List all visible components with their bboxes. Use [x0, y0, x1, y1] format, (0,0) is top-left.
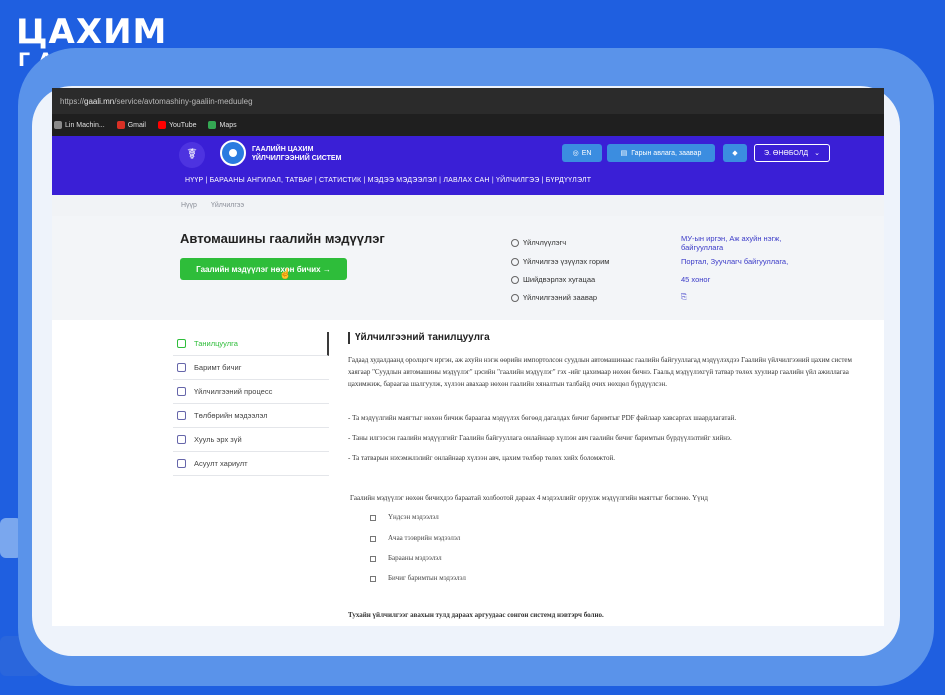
user-icon: [511, 238, 519, 247]
breadcrumb: Нүүр Үйлчилгээ: [52, 195, 884, 216]
law-icon: [177, 435, 186, 444]
document-icon: ▤: [620, 150, 628, 157]
payment-icon: [177, 411, 186, 420]
info-customer-value: МУ-ын иргэн, Аж ахуйн нэгж, байгууллага: [681, 234, 782, 252]
info-mode-label: Үйлчилгээ үзүүлэх горим: [511, 257, 609, 266]
gmail-icon: [116, 121, 125, 129]
bullet-item: - Та мэдүүлгийн маягтыг нөхөн бичиж бара…: [348, 414, 737, 422]
site-logo-text[interactable]: ГААЛИЙН ЦАХИМ ҮЙЛЧИЛГЭЭНИЙ СИСТЕМ: [252, 145, 341, 163]
bell-icon: ◆: [732, 150, 738, 157]
info-label-text: Шийдвэрлэх хугацаа: [523, 275, 596, 284]
logo-line-2: ҮЙЛЧИЛГЭЭНИЙ СИСТЕМ: [252, 155, 342, 162]
location-icon: [511, 257, 519, 266]
sidebar-item-label: Төлбөрийн мэдээлэл: [194, 411, 268, 420]
sidebar-item-documents[interactable]: Баримт бичиг: [173, 356, 329, 380]
info-label-text: Үйлчлүүлэгч: [523, 238, 567, 247]
content-heading-wrap: Үйлчилгээний танилцуулга: [348, 332, 853, 344]
list-item: Үндсэн мэдээлэл: [370, 513, 439, 521]
sidebar-item-law[interactable]: Хууль эрх зүй: [173, 428, 329, 452]
guide-label: Гарын авлага, заавар: [631, 149, 702, 157]
list-item: Ачаа тээврийн мэдээлэл: [370, 534, 460, 542]
file-icon: [177, 363, 186, 372]
main-nav[interactable]: НҮҮР | БАРААНЫ АНГИЛАЛ, ТАТВАР | СТАТИСТ…: [185, 177, 591, 184]
sidebar-item-process[interactable]: Үйлчилгээний процесс: [173, 380, 329, 404]
bookmark-label: Gmail: [127, 121, 146, 129]
bookmark-label: YouTube: [168, 121, 197, 129]
intro-paragraph: Гадаад худалдаанд оролцогч иргэн, аж аху…: [348, 356, 852, 388]
sidebar-item-label: Баримт бичиг: [194, 363, 242, 372]
info-label-text: Үйлчилгээний заавар: [523, 293, 598, 302]
bookmark-icon: [54, 121, 62, 129]
list-item-label: Үндсэн мэдээлэл: [388, 513, 439, 521]
youtube-icon: [157, 121, 166, 129]
info-customer-label: Үйлчлүүлэгч: [511, 238, 566, 247]
guide-button[interactable]: ▤ Гарын авлага, заавар: [607, 144, 715, 162]
checkbox-icon: [370, 536, 376, 542]
bookmarks-bar: Lin Machin... Gmail YouTube Maps: [52, 114, 884, 136]
user-menu-button[interactable]: Э. ӨНӨБОЛД ⌄: [754, 144, 830, 162]
logo-line-1: ГААЛИЙН ЦАХИМ: [252, 146, 314, 153]
browser-screen: https://gaali.mn/service/avtomashiny-gaa…: [52, 88, 884, 626]
language-button[interactable]: ◎ EN: [562, 144, 602, 162]
bookmark-item[interactable]: Gmail: [116, 121, 146, 129]
bookmark-label: Maps: [219, 121, 237, 129]
sidebar-item-payment[interactable]: Төлбөрийн мэдээлэл: [173, 404, 329, 428]
url-path: /service/avtomashiny-gaaliin-meduuleg: [114, 97, 253, 106]
address-bar[interactable]: https://gaali.mn/service/avtomashiny-gaa…: [60, 97, 253, 106]
process-icon: [177, 387, 186, 396]
info-mode-value: Портал, Зуучлагч байгууллага,: [681, 257, 789, 266]
globe-icon: ◎: [572, 150, 579, 157]
content-heading: Үйлчилгээний танилцуулга: [348, 332, 853, 344]
sidebar-item-label: Танилцуулга: [194, 339, 238, 348]
url-host: gaali.mn: [84, 97, 115, 106]
info-guide-label: Үйлчилгээний заавар: [511, 293, 597, 302]
sidebar-item-label: Үйлчилгээний процесс: [194, 387, 273, 396]
list-item-label: Барааны мэдээлэл: [388, 554, 442, 562]
note-paragraph: Гаалийн мэдүүлэг нөхөн бичихдээ бараатай…: [350, 494, 708, 502]
bullet-item: - Таны илгээсэн гаалийн мэдүүлгийг Гаали…: [348, 434, 732, 442]
user-name: Э. ӨНӨБОЛД: [764, 149, 809, 157]
bookmark-item[interactable]: Maps: [208, 121, 237, 129]
info-label-text: Үйлчилгээ үзүүлэх горим: [523, 257, 610, 266]
chevron-down-icon: ⌄: [814, 150, 820, 157]
clock-icon: [511, 275, 519, 284]
bookmark-item[interactable]: YouTube: [157, 121, 197, 129]
info-guide-link[interactable]: ⎘: [681, 292, 687, 301]
page-title: Автомашины гаалийн мэдүүлэг: [180, 231, 385, 246]
user-icon: [177, 339, 186, 348]
breadcrumb-home[interactable]: Нүүр: [181, 202, 197, 209]
url-prefix: https://: [60, 97, 85, 106]
browser-toolbar: https://gaali.mn/service/avtomashiny-gaa…: [52, 88, 884, 114]
breadcrumb-current: Үйлчилгээ: [211, 202, 245, 209]
service-sidebar: Танилцуулга Баримт бичиг Үйлчилгээний пр…: [173, 332, 329, 476]
sidebar-item-introduction[interactable]: Танилцуулга: [173, 332, 329, 356]
chat-icon: [177, 459, 186, 468]
emblem-icon[interactable]: ☤: [179, 142, 205, 168]
pin-icon: [511, 293, 519, 302]
bookmark-item[interactable]: Lin Machin...: [54, 121, 105, 129]
apply-declaration-button[interactable]: Гаалийн мэдүүлэг нөхөн бичих →: [180, 258, 347, 280]
sidebar-item-label: Хууль эрх зүй: [194, 435, 242, 444]
sidebar-item-label: Асуулт хариулт: [194, 459, 248, 468]
mouse-cursor-icon: ☝: [279, 269, 292, 280]
list-item: Бичиг баримтын мэдээлэл: [370, 574, 466, 582]
eye-logo-icon[interactable]: [220, 140, 246, 166]
language-label: EN: [581, 149, 592, 157]
notification-button[interactable]: ◆: [723, 144, 747, 162]
footer-note: Тухайн үйлчилгээг авахын тулд дараах арг…: [348, 611, 604, 619]
info-deadline-label: Шийдвэрлэх хугацаа: [511, 275, 595, 284]
list-item-label: Бичиг баримтын мэдээлэл: [388, 574, 466, 582]
info-deadline-value: 45 хоног: [681, 275, 711, 284]
sidebar-item-faq[interactable]: Асуулт хариулт: [173, 452, 329, 476]
maps-icon: [208, 121, 217, 129]
list-item-label: Ачаа тээврийн мэдээлэл: [388, 534, 461, 542]
bookmark-label: Lin Machin...: [65, 121, 105, 129]
checkbox-icon: [370, 515, 376, 521]
brand-line-1: ЦАХИМ: [16, 12, 168, 52]
bullet-item: - Та татварын нэхэмжлэлийг онлайнаар хүл…: [348, 454, 615, 462]
service-panel: [52, 216, 884, 320]
checkbox-icon: [370, 576, 376, 582]
checkbox-icon: [370, 556, 376, 562]
list-item: Барааны мэдээлэл: [370, 554, 442, 562]
